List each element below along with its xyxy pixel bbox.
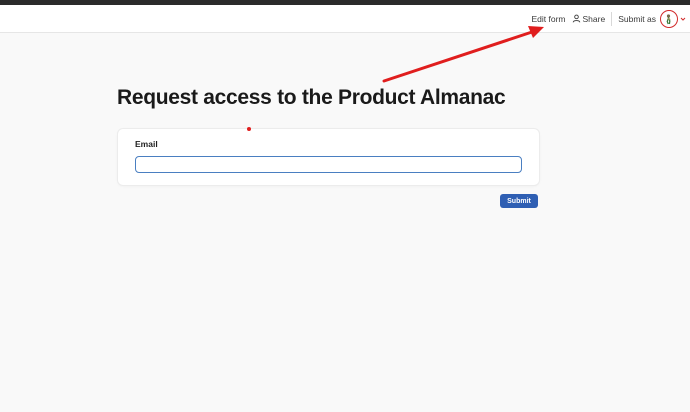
chevron-down-icon[interactable] <box>680 14 686 24</box>
share-button[interactable]: Share <box>572 14 606 25</box>
email-field[interactable] <box>135 156 522 173</box>
share-label: Share <box>582 14 606 24</box>
top-bar: Edit form Share Submit as <box>0 5 690 33</box>
top-actions: Edit form Share Submit as <box>532 5 687 33</box>
form-card: Email <box>118 129 539 185</box>
page-title: Request access to the Product Almanac <box>117 86 506 109</box>
account-menu[interactable] <box>660 10 686 28</box>
annotation-overlay <box>247 26 544 131</box>
toolbar-divider <box>611 12 613 26</box>
submit-button[interactable]: Submit <box>500 194 538 208</box>
email-label: Email <box>135 139 158 149</box>
submit-as-label[interactable]: Submit as <box>618 14 656 24</box>
person-icon <box>572 14 581 25</box>
user-avatar-icon[interactable] <box>660 10 678 28</box>
edit-form-link[interactable]: Edit form <box>532 14 566 24</box>
annotation-arrow-line <box>382 30 534 83</box>
page: Edit form Share Submit as Request access… <box>0 0 690 412</box>
